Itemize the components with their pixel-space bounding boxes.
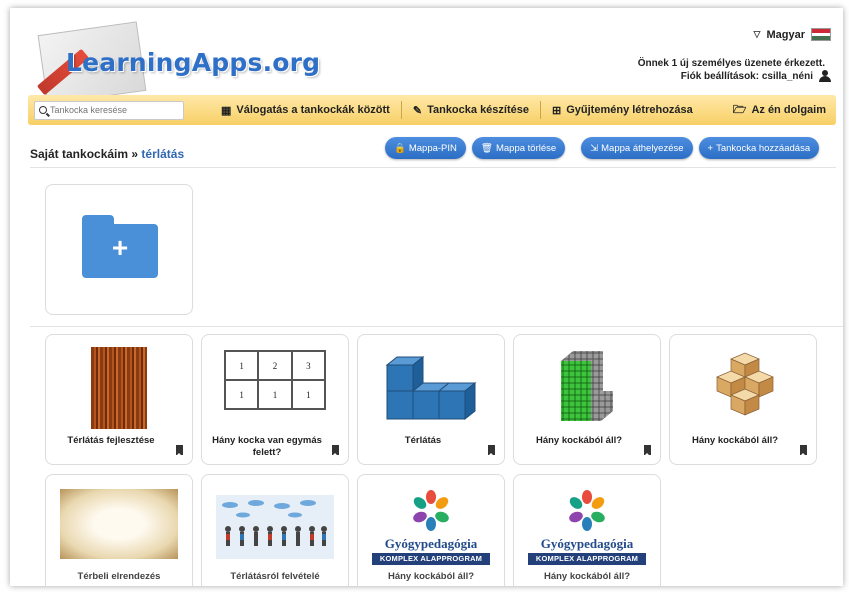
app-thumbnail — [716, 352, 774, 416]
app-thumbnail — [216, 495, 334, 559]
logo-text: LearningApps.org — [66, 48, 321, 77]
hungarian-flag-icon — [811, 28, 831, 41]
breadcrumb-separator: » — [131, 147, 139, 161]
breadcrumb: Saját tankockáim » térlátás — [30, 147, 184, 161]
bookmark-icon[interactable] — [176, 445, 183, 456]
collection-icon: ⊞ — [552, 104, 562, 117]
delete-folder-button[interactable]: 🗑 Mappa törlése — [471, 137, 566, 159]
grid-cell: 1 — [258, 380, 292, 409]
trash-icon: 🗑 — [480, 142, 493, 154]
search-icon — [39, 106, 47, 114]
user-icon — [819, 70, 831, 82]
nav-create-app[interactable]: ✎ Tankocka készítése — [400, 101, 540, 119]
plus-icon: + — [707, 142, 714, 154]
move-icon: ⇲ — [590, 142, 599, 154]
app-thumbnail: 1 2 3 1 1 1 — [224, 350, 326, 410]
pencil-icon: ✎ — [412, 104, 423, 117]
app-title: Hány kockából áll? — [387, 571, 475, 582]
grid-cell: 1 — [291, 380, 325, 409]
delete-folder-label: Mappa törlése — [495, 142, 557, 154]
app-card[interactable]: Gyógypedagógia KOMPLEX ALAPPROGRAM Hány … — [357, 474, 505, 586]
folder-actions: 🔒 Mappa-PIN 🗑 Mappa törlése ⇲ Mappa áthe… — [385, 137, 820, 159]
lock-icon: 🔒 — [394, 142, 406, 154]
hands-logo-icon — [569, 490, 605, 531]
nav-create-collection[interactable]: ⊞ Gyűjtemény létrehozása — [540, 101, 704, 119]
app-thumbnail — [91, 347, 147, 429]
language-label: Magyar — [766, 28, 805, 41]
grid-cell: 2 — [258, 351, 292, 380]
search-input[interactable] — [50, 105, 170, 115]
language-selector[interactable]: ▽ Magyar — [754, 28, 831, 41]
nav-my-stuff[interactable]: 🗁 Az én dolgaim — [722, 101, 836, 119]
app-card[interactable]: Térlátás fejlesztése — [45, 334, 193, 465]
nav-collection-label: Gyűjtemény létrehozása — [566, 104, 693, 116]
app-title: Térlátás — [404, 435, 442, 446]
app-card[interactable]: Gyógypedagógia KOMPLEX ALAPPROGRAM Hány … — [513, 474, 661, 586]
add-app-label: Tankocka hozzáadása — [716, 142, 811, 154]
app-thumbnail: Gyógypedagógia KOMPLEX ALAPPROGRAM — [372, 487, 490, 567]
main-navbar: ▦ Válogatás a tankockák között ✎ Tankock… — [28, 95, 836, 125]
nav-my-stuff-label: Az én dolgaim — [751, 104, 826, 116]
account-settings-link[interactable]: Fiók beállítások: csilla_néni — [681, 70, 831, 82]
folder-pin-button[interactable]: 🔒 Mappa-PIN — [385, 137, 466, 159]
logo-band: KOMPLEX ALAPPROGRAM — [528, 553, 646, 565]
app-thumbnail — [385, 355, 477, 421]
grid-icon: ▦ — [221, 104, 232, 117]
bookmark-icon[interactable] — [332, 445, 339, 456]
folder-plus-icon: + — [82, 215, 158, 278]
logo-title: Gyógypedagógia — [384, 536, 478, 551]
hands-logo-icon — [413, 490, 449, 531]
app-window: LearningApps.org ▽ Magyar Önnek 1 új sze… — [10, 8, 843, 586]
app-title: Hány kocka van egymás felett? — [212, 435, 322, 458]
logo-band: KOMPLEX ALAPPROGRAM — [372, 553, 490, 565]
app-title: Hány kockából áll? — [691, 435, 779, 446]
nav-browse-label: Válogatás a tankockák között — [236, 104, 390, 116]
app-thumbnail — [561, 351, 613, 421]
grid-cell: 3 — [291, 351, 325, 380]
search-box[interactable] — [34, 100, 184, 120]
app-title: Hány kockából áll? — [535, 435, 623, 446]
app-title: Térlátásról felvételé — [230, 571, 320, 582]
app-title: Térlátás fejlesztése — [67, 435, 155, 446]
app-title: Térbeli elrendezés — [77, 571, 161, 582]
app-card[interactable]: Hány kockából áll? — [669, 334, 817, 465]
app-card[interactable]: Térlátásról felvételé — [201, 474, 349, 586]
divider — [30, 167, 836, 168]
app-thumbnail: Gyógypedagógia KOMPLEX ALAPPROGRAM — [528, 487, 646, 567]
app-title: Hány kockából áll? — [543, 571, 631, 582]
triangle-down-icon: ▽ — [753, 29, 761, 39]
move-folder-label: Mappa áthelyezése — [601, 142, 684, 154]
app-card[interactable]: Térbeli elrendezés — [45, 474, 193, 586]
nav-create-label: Tankocka készítése — [427, 104, 529, 116]
add-app-button[interactable]: + Tankocka hozzáadása — [698, 137, 820, 159]
new-message-notice[interactable]: Önnek 1 új személyes üzenete érkezett. — [638, 58, 825, 69]
new-folder-card[interactable]: + — [45, 184, 193, 315]
app-card[interactable]: 1 2 3 1 1 1 Hány kocka van egymás felett… — [201, 334, 349, 465]
grid-cell: 1 — [225, 351, 259, 380]
app-card[interactable]: Térlátás — [357, 334, 505, 465]
folder-open-icon: 🗁 — [732, 103, 747, 116]
folder-pin-label: Mappa-PIN — [408, 142, 457, 154]
breadcrumb-current: térlátás — [141, 147, 185, 161]
grid-cell: 1 — [225, 380, 259, 409]
logo-title: Gyógypedagógia — [540, 536, 634, 551]
bookmark-icon[interactable] — [644, 445, 651, 456]
divider — [30, 326, 843, 327]
bookmark-icon[interactable] — [800, 445, 807, 456]
bookmark-icon[interactable] — [488, 445, 495, 456]
app-card[interactable]: Hány kockából áll? — [513, 334, 661, 465]
account-label: Fiók beállítások: csilla_néni — [680, 70, 813, 82]
nav-browse-apps[interactable]: ▦ Válogatás a tankockák között — [210, 101, 401, 119]
app-thumbnail — [60, 489, 178, 559]
breadcrumb-root[interactable]: Saját tankockáim — [30, 147, 128, 161]
move-folder-button[interactable]: ⇲ Mappa áthelyezése — [581, 137, 693, 159]
